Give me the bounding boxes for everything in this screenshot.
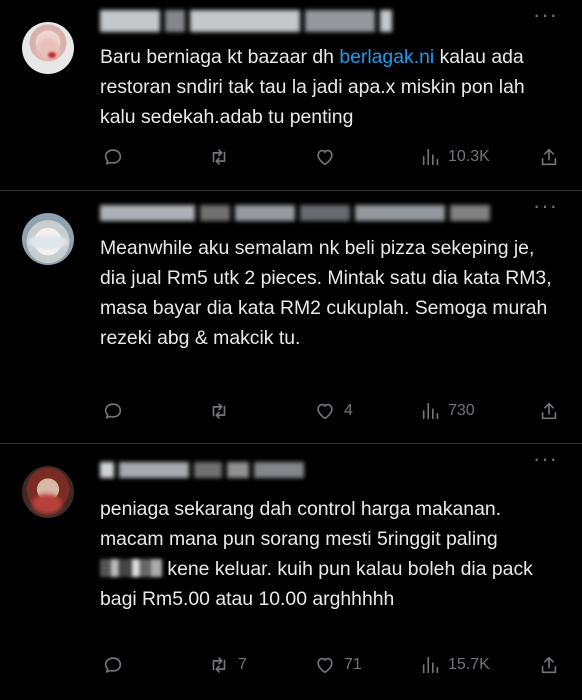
tweet[interactable]: ··· Baru berniaga kt bazaar dh berlagak.… bbox=[0, 0, 582, 190]
more-icon[interactable]: ··· bbox=[533, 195, 558, 217]
censored-word bbox=[100, 559, 162, 577]
avatar-detail bbox=[48, 52, 56, 58]
tweet-actions: 4 730 bbox=[0, 396, 582, 426]
retweet-button[interactable] bbox=[208, 396, 238, 426]
tweet-text-part: Baru berniaga kt bazaar dh bbox=[100, 46, 340, 68]
retweet-icon bbox=[212, 149, 226, 165]
avatar[interactable] bbox=[22, 466, 74, 518]
tweet-text: peniaga sekarang dah control harga makan… bbox=[100, 494, 565, 614]
author-name-blurred[interactable] bbox=[100, 10, 397, 32]
views-button[interactable]: 10.3K bbox=[420, 142, 490, 172]
retweet-icon bbox=[212, 403, 226, 419]
more-icon[interactable]: ··· bbox=[533, 4, 558, 26]
reply-button[interactable] bbox=[102, 650, 132, 680]
reply-icon bbox=[104, 403, 122, 419]
tweet-text-part: kene keluar. kuih pun kalau boleh dia pa… bbox=[100, 558, 533, 610]
retweet-button[interactable]: 7 bbox=[208, 650, 247, 680]
retweet-button[interactable] bbox=[208, 142, 238, 172]
reply-button[interactable] bbox=[102, 142, 132, 172]
share-icon bbox=[541, 656, 557, 674]
avatar-detail bbox=[32, 494, 62, 514]
retweet-icon bbox=[212, 657, 226, 673]
share-button[interactable] bbox=[538, 650, 560, 680]
views-button[interactable]: 730 bbox=[420, 396, 475, 426]
heart-icon bbox=[317, 403, 333, 420]
retweet-count: 7 bbox=[238, 656, 247, 673]
like-button[interactable]: 71 bbox=[314, 650, 362, 680]
reply-button[interactable] bbox=[102, 396, 132, 426]
view-count: 730 bbox=[448, 402, 475, 419]
tweet-actions: 10.3K bbox=[0, 142, 582, 172]
avatar[interactable] bbox=[22, 22, 74, 74]
views-icon bbox=[422, 402, 439, 420]
share-button[interactable] bbox=[538, 142, 560, 172]
view-count: 10.3K bbox=[448, 148, 490, 165]
reply-icon bbox=[104, 149, 122, 165]
avatar[interactable] bbox=[22, 213, 74, 265]
heart-icon bbox=[317, 657, 333, 674]
share-icon bbox=[541, 402, 557, 420]
share-button[interactable] bbox=[538, 396, 560, 426]
heart-icon bbox=[317, 149, 333, 166]
tweet-text: Meanwhile aku semalam nk beli pizza seke… bbox=[100, 237, 552, 349]
views-icon bbox=[422, 656, 439, 674]
share-icon bbox=[541, 148, 557, 166]
views-button[interactable]: 15.7K bbox=[420, 650, 490, 680]
view-count: 15.7K bbox=[448, 656, 490, 673]
author-name-blurred[interactable] bbox=[100, 205, 495, 221]
like-button[interactable]: 4 bbox=[314, 396, 353, 426]
avatar-detail bbox=[28, 235, 68, 249]
like-button[interactable] bbox=[314, 142, 344, 172]
reply-icon bbox=[104, 657, 122, 673]
more-icon[interactable]: ··· bbox=[533, 448, 558, 470]
tweet-actions: 7 71 15.7K bbox=[0, 650, 582, 680]
tweet-link[interactable]: berlagak.ni bbox=[339, 46, 434, 68]
tweet[interactable]: ··· Meanwhile aku semalam nk beli pizza … bbox=[0, 191, 582, 443]
like-count: 4 bbox=[344, 402, 353, 419]
author-name-blurred[interactable] bbox=[100, 462, 309, 478]
like-count: 71 bbox=[344, 656, 362, 673]
views-icon bbox=[422, 148, 439, 166]
tweet-text: Baru berniaga kt bazaar dh berlagak.ni k… bbox=[100, 42, 565, 132]
tweet[interactable]: ··· peniaga sekarang dah control harga m… bbox=[0, 444, 582, 700]
tweet-text-part: peniaga sekarang dah control harga makan… bbox=[100, 498, 502, 550]
